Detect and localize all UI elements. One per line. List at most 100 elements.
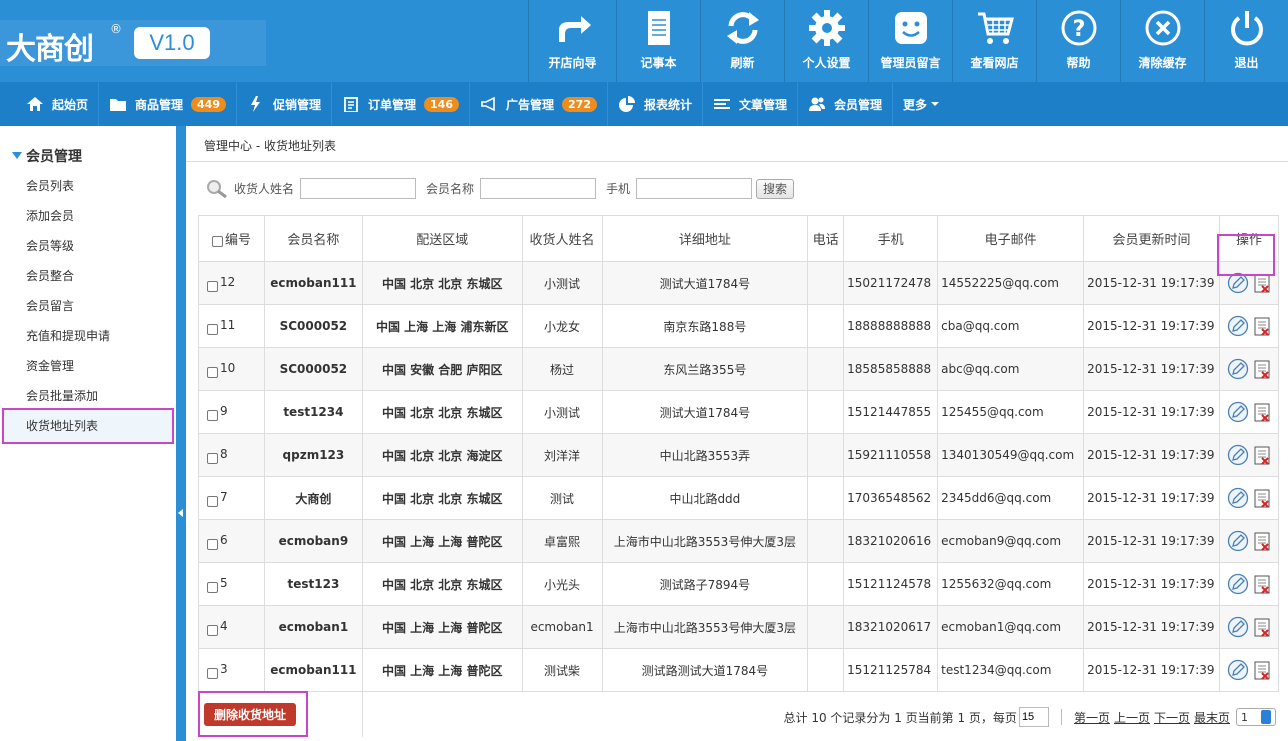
edit-icon[interactable] (1227, 315, 1249, 337)
row-checkbox[interactable] (207, 624, 218, 636)
col-consignee: 收货人姓名 (521, 215, 603, 262)
edit-icon[interactable] (1227, 616, 1249, 638)
nav-articles[interactable]: 文章管理 (703, 82, 799, 126)
nav-reports[interactable]: 报表统计 (608, 82, 703, 126)
row-checkbox[interactable] (207, 366, 218, 378)
sidebar-item-add-member[interactable]: 添加会员 (26, 207, 74, 224)
delete-doc-icon[interactable] (1253, 531, 1271, 551)
row-checkbox[interactable] (207, 323, 218, 335)
nav-label: 更多 (903, 97, 928, 112)
row-updated: 2015-12-31 19:17:39 (1083, 433, 1220, 477)
top-btn-shop-wizard[interactable]: 开店向导 (528, 0, 616, 82)
breadcrumb-root[interactable]: 管理中心 (204, 139, 252, 153)
next-page-link[interactable]: 下一页 (1154, 709, 1190, 726)
sidebar-section-label: 会员管理 (26, 149, 82, 165)
sidebar-item-funds[interactable]: 资金管理 (26, 357, 74, 374)
row-email: 2345dd6@qq.com (937, 476, 1085, 520)
row-consignee: 测试 (521, 476, 603, 520)
delete-doc-icon[interactable] (1253, 488, 1271, 508)
delete-doc-icon[interactable] (1253, 316, 1271, 336)
per-page-input[interactable] (1018, 707, 1049, 727)
edit-icon[interactable] (1227, 659, 1249, 681)
page-select[interactable]: 1 (1236, 708, 1276, 726)
edit-icon[interactable] (1227, 401, 1249, 423)
nav-promotions[interactable]: 促销管理 (237, 82, 333, 126)
edit-icon[interactable] (1227, 358, 1249, 380)
sidebar-item-member-list[interactable]: 会员列表 (26, 177, 74, 194)
breadcrumb-current: 收货地址列表 (263, 139, 336, 153)
last-page-link[interactable]: 最末页 (1194, 709, 1230, 726)
edit-icon[interactable] (1227, 530, 1249, 552)
row-member: test123 (263, 562, 363, 606)
prev-page-link[interactable]: 上一页 (1114, 709, 1150, 726)
row-actions (1218, 433, 1280, 477)
row-address: 上海市中山北路3553号伸大厦3层 (601, 519, 809, 563)
row-region: 中国 上海 上海 普陀区 (361, 648, 523, 692)
top-btn-notepad[interactable]: 记事本 (616, 0, 700, 82)
member-name-input[interactable] (480, 178, 597, 199)
select-all-checkbox[interactable] (211, 236, 223, 247)
row-checkbox[interactable] (207, 495, 218, 507)
sidebar-item-member-integrate[interactable]: 会员整合 (26, 267, 74, 284)
sidebar-item-recharge[interactable]: 充值和提现申请 (26, 327, 110, 344)
top-btn-view-shop[interactable]: 查看网店 (952, 0, 1036, 82)
nav-more[interactable]: 更多 (893, 82, 949, 126)
delete-doc-icon[interactable] (1253, 273, 1271, 293)
sidebar-item-member-message[interactable]: 会员留言 (26, 297, 74, 314)
row-id: 9 (198, 390, 265, 434)
nav-home[interactable]: 起始页 (0, 82, 100, 126)
delete-doc-icon[interactable] (1253, 617, 1271, 637)
search-bar: 收货人姓名 会员名称 手机 搜索 (206, 178, 795, 199)
row-email: 1340130549@qq.com (937, 433, 1085, 477)
delete-doc-icon[interactable] (1253, 402, 1271, 422)
sidebar-item-member-rank[interactable]: 会员等级 (26, 237, 74, 254)
top-btn-logout[interactable]: 退出 (1204, 0, 1288, 82)
nav-products[interactable]: 商品管理 449 (99, 82, 237, 126)
search-button[interactable]: 搜索 (756, 178, 795, 199)
top-btn-label: 刷新 (730, 56, 755, 70)
nav-ads[interactable]: 广告管理 272 (470, 82, 608, 126)
top-btn-clear-cache[interactable]: 清除缓存 (1120, 0, 1204, 82)
sidebar-section-title[interactable]: 会员管理 (12, 146, 82, 166)
row-checkbox[interactable] (207, 538, 218, 550)
collapse-arrow-icon (178, 509, 183, 517)
consignee-label: 收货人姓名 (234, 182, 295, 196)
edit-icon[interactable] (1227, 487, 1249, 509)
row-address: 中山北路ddd (601, 476, 809, 520)
edit-icon[interactable] (1227, 573, 1249, 595)
row-tel (807, 433, 845, 477)
nav-orders[interactable]: 订单管理 146 (332, 82, 470, 126)
top-btn-settings[interactable]: 个人设置 (784, 0, 868, 82)
mobile-input[interactable] (636, 178, 753, 199)
col-email: 电子邮件 (937, 215, 1085, 262)
delete-doc-icon[interactable] (1253, 445, 1271, 465)
row-actions (1218, 519, 1280, 563)
delete-doc-icon[interactable] (1253, 574, 1271, 594)
sidebar-collapse-bar[interactable] (176, 126, 186, 741)
top-btn-refresh[interactable]: 刷新 (700, 0, 784, 82)
first-page-link[interactable]: 第一页 (1074, 709, 1110, 726)
row-checkbox[interactable] (207, 409, 218, 421)
row-checkbox[interactable] (207, 667, 218, 679)
nav-members[interactable]: 会员管理 (798, 82, 894, 126)
row-address: 上海市中山北路3553号伸大厦3层 (601, 605, 809, 649)
row-checkbox[interactable] (207, 452, 218, 464)
col-region: 配送区域 (361, 215, 523, 262)
row-checkbox[interactable] (207, 280, 218, 292)
top-btn-admin-message[interactable]: 管理员留言 (868, 0, 952, 82)
consignee-input[interactable] (300, 178, 417, 199)
row-id: 3 (198, 648, 265, 692)
sidebar-item-batch-add[interactable]: 会员批量添加 (26, 387, 98, 404)
delete-doc-icon[interactable] (1253, 359, 1271, 379)
delete-doc-icon[interactable] (1253, 660, 1271, 680)
row-mobile: 18321020617 (843, 605, 939, 649)
sidebar-item-address-list[interactable]: 收货地址列表 (26, 417, 98, 434)
edit-icon[interactable] (1227, 444, 1249, 466)
row-checkbox[interactable] (207, 581, 218, 593)
nav-badge: 449 (191, 96, 226, 112)
row-tel (807, 304, 845, 348)
top-btn-help[interactable]: ? 帮助 (1036, 0, 1120, 82)
smiley-message-icon (894, 12, 927, 44)
col-id[interactable]: 编号 (198, 215, 265, 262)
row-updated: 2015-12-31 19:17:39 (1083, 476, 1220, 520)
